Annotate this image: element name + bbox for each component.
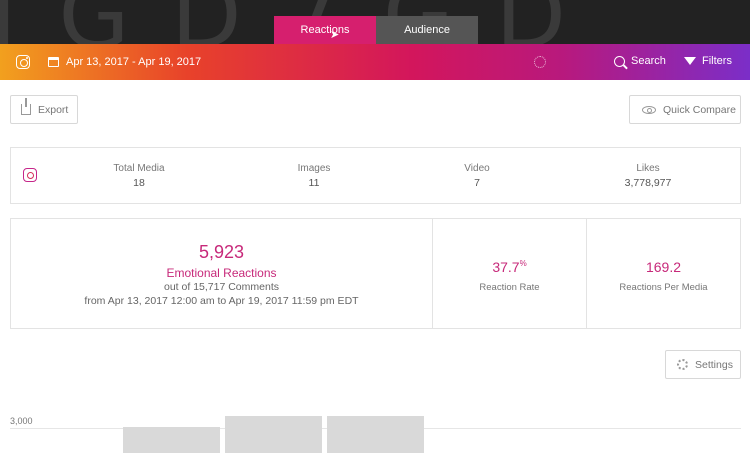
stat-value: 11 — [308, 177, 320, 189]
chart-bar[interactable] — [225, 416, 322, 453]
settings-label: Settings — [695, 358, 733, 371]
stat-total-media: Total Media 18 — [79, 163, 199, 189]
stat-likes: Likes 3,778,977 — [588, 163, 708, 189]
stat-label: Total Media — [113, 163, 165, 174]
y-axis-tick: 3,000 — [10, 416, 33, 426]
gear-icon — [677, 359, 688, 370]
header-bar: Apr 13, 2017 - Apr 19, 2017 Search Filte… — [0, 44, 750, 80]
top-tab-strip: I G D 7 G D Reactions Audience ➤ — [0, 0, 750, 44]
reactions-per-media-value: 169.2 — [645, 259, 682, 275]
stat-label: Video — [464, 163, 490, 174]
calendar-icon[interactable] — [48, 57, 59, 67]
reactions-summary-panel: 5,923 Emotional Reactions out of 15,717 … — [10, 218, 741, 329]
reactions-chart: 3,000 — [10, 412, 741, 453]
instagram-icon — [23, 168, 37, 182]
export-label: Export — [38, 103, 69, 116]
stat-value: 18 — [133, 177, 145, 189]
tab-audience[interactable]: Audience — [376, 16, 478, 44]
stat-value: 7 — [474, 177, 480, 189]
reaction-rate-value: 37.7% — [492, 259, 527, 275]
emotional-reactions-count: 5,923 — [198, 242, 245, 262]
stat-images: Images 11 — [254, 163, 374, 189]
stat-video: Video 7 — [417, 163, 537, 189]
tab-reactions[interactable]: Reactions — [274, 16, 376, 44]
instagram-icon[interactable] — [16, 55, 30, 69]
stat-label: Images — [297, 163, 331, 174]
filters-button[interactable]: Filters — [684, 55, 732, 67]
emotional-reactions-label: Emotional Reactions — [166, 266, 277, 280]
quick-compare-button[interactable]: Quick Compare — [629, 95, 741, 124]
reactions-per-media-label: Reactions Per Media — [619, 282, 708, 293]
chart-bar[interactable] — [123, 427, 220, 453]
stat-value: 3,778,977 — [624, 177, 672, 189]
comments-total: out of 15,717 Comments — [164, 281, 279, 293]
filters-label: Filters — [702, 55, 732, 67]
date-range-picker[interactable]: Apr 13, 2017 - Apr 19, 2017 — [66, 56, 201, 68]
search-label: Search — [631, 55, 666, 67]
export-icon — [21, 98, 31, 115]
period-text: from Apr 13, 2017 12:00 am to Apr 19, 20… — [84, 295, 359, 307]
reaction-rate-label: Reaction Rate — [479, 282, 540, 293]
quick-compare-label: Quick Compare — [663, 103, 736, 116]
search-icon — [614, 55, 625, 67]
mouse-cursor-icon: ➤ — [330, 29, 340, 41]
settings-button[interactable]: Settings — [665, 350, 741, 379]
loading-spinner-icon — [534, 56, 546, 68]
export-button[interactable]: Export — [10, 95, 78, 124]
search-button[interactable]: Search — [614, 55, 666, 67]
stat-label: Likes — [636, 163, 660, 174]
filter-icon — [684, 57, 696, 65]
eye-icon — [642, 105, 656, 114]
chart-bar[interactable] — [327, 416, 424, 453]
media-stats-panel: Total Media 18 Images 11 Video 7 Likes 3… — [10, 147, 741, 204]
